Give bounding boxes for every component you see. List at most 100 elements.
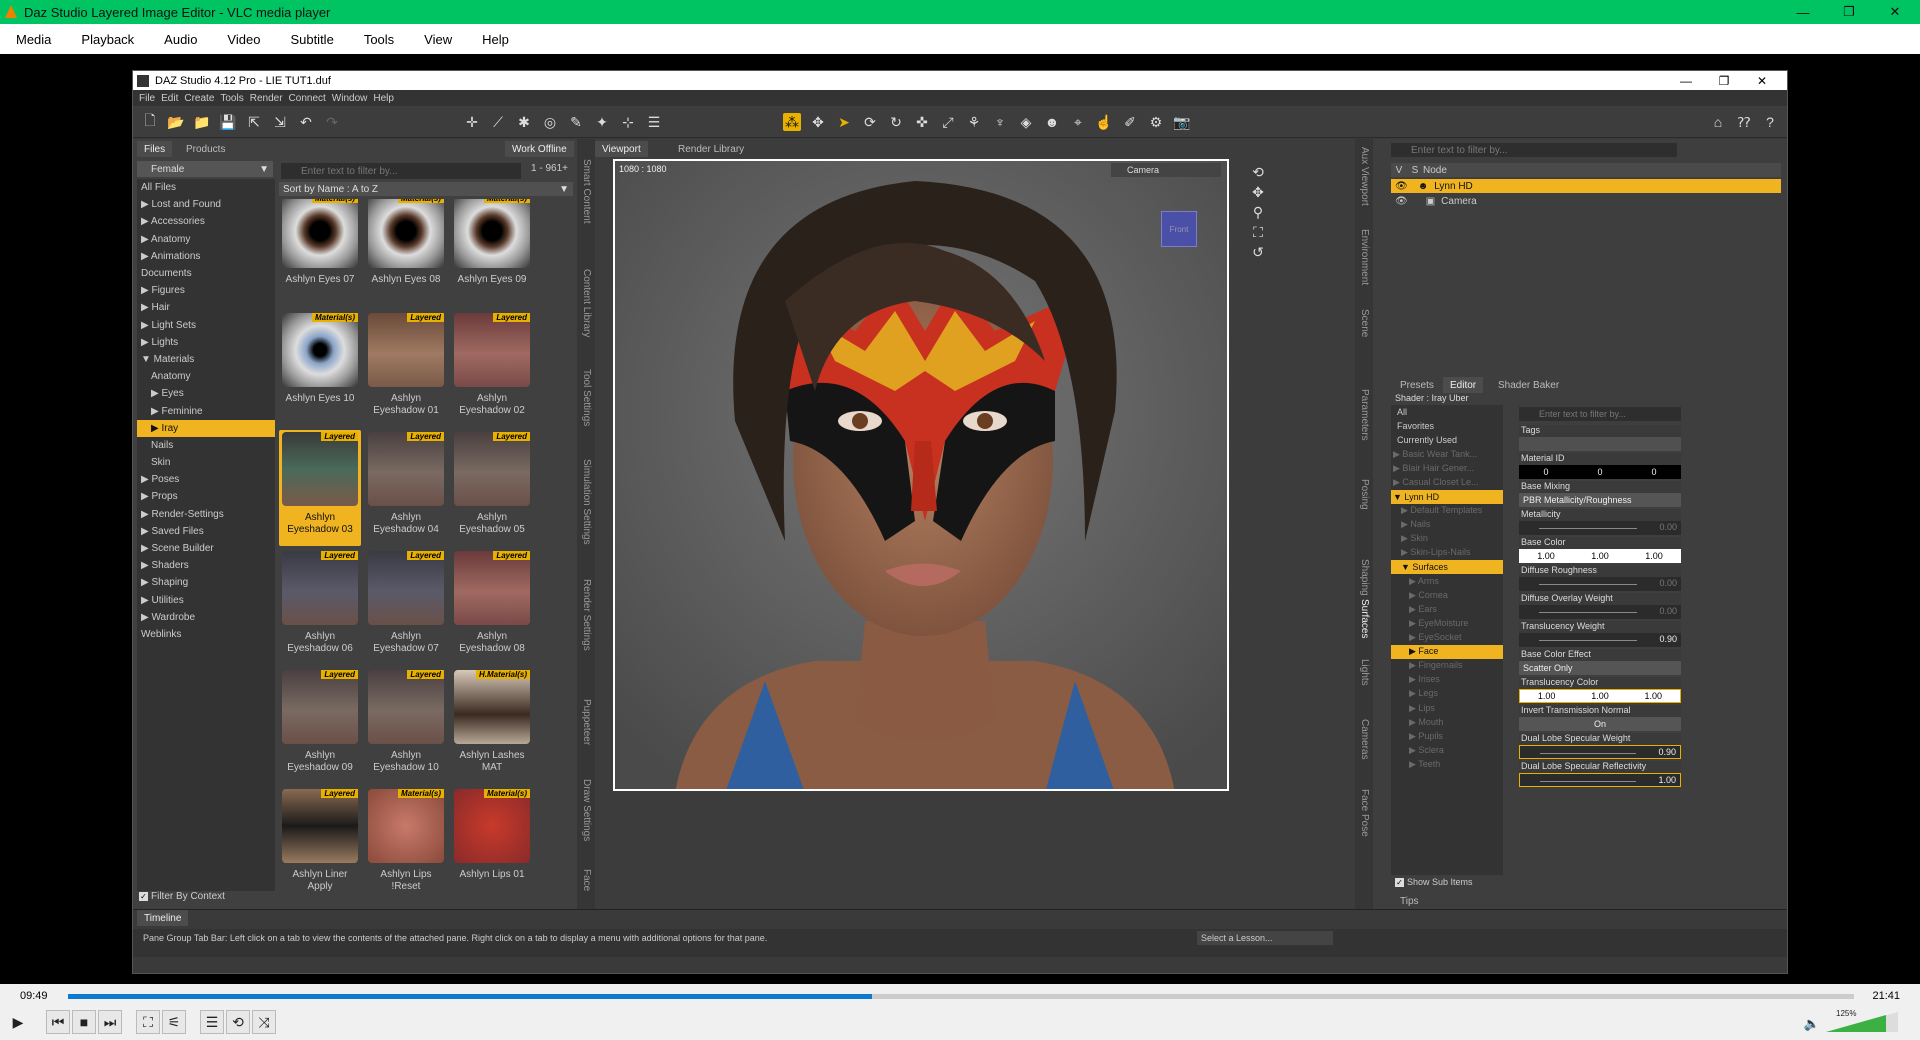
category-item[interactable]: ▶ Hair (137, 299, 275, 316)
library-thumbnail[interactable]: Layered Ashlyn Eyeshadow 04 (365, 430, 447, 546)
extended-settings-icon[interactable]: ⚟ (162, 1010, 186, 1034)
library-thumbnail[interactable]: Layered Ashlyn Eyeshadow 09 (279, 668, 361, 784)
metallicity-slider[interactable]: 0.00 (1519, 521, 1681, 535)
pan-icon[interactable]: ✥ (1249, 183, 1267, 201)
3d-viewport[interactable]: 1080 : 1080 Camera Front (613, 159, 1229, 791)
dual-lobe-weight-slider[interactable]: 0.90 (1519, 745, 1681, 759)
zoom-icon[interactable]: ⚲ (1249, 203, 1267, 221)
surface-item[interactable]: ▶ Nails (1391, 518, 1503, 532)
daz-menu-create[interactable]: Create (184, 93, 214, 104)
library-thumbnail[interactable]: Material(s) Ashlyn Lips !Reset (365, 787, 447, 891)
menu-tools[interactable]: Tools (364, 32, 394, 47)
surface-item[interactable]: ▶ Irises (1391, 673, 1503, 687)
minimize-icon[interactable]: — (1780, 0, 1826, 24)
category-item[interactable]: ▶ Wardrobe (137, 609, 275, 626)
surface-item[interactable]: ▶ Default Templates (1391, 504, 1503, 518)
surface-item[interactable]: ▶ Sclera (1391, 743, 1503, 757)
category-item[interactable]: ▶ Scene Builder (137, 540, 275, 557)
side-tab[interactable]: Tool Settings (581, 369, 592, 426)
menu-audio[interactable]: Audio (164, 32, 197, 47)
merge-icon[interactable]: 📁 (193, 113, 211, 131)
stop-icon[interactable]: ■ (72, 1010, 96, 1034)
speaker-icon[interactable]: 🔈 (1804, 1016, 1820, 1032)
select-tool-icon[interactable]: ➤ (835, 113, 853, 131)
reset-view-icon[interactable]: ↺ (1249, 243, 1267, 261)
side-tab[interactable]: Cameras (1359, 719, 1370, 760)
import-icon[interactable]: ⇱ (245, 113, 263, 131)
library-thumbnail[interactable]: H.Material(s) Ashlyn Lashes MAT (451, 668, 533, 784)
library-thumbnail[interactable]: Material(s) Ashlyn Eyes 09 (451, 199, 533, 308)
fullscreen-icon[interactable]: ⛶ (136, 1010, 160, 1034)
pin-icon[interactable]: ⊹ (619, 113, 637, 131)
category-item[interactable]: ▶ Props (137, 488, 275, 505)
side-tab[interactable]: Lights (1359, 659, 1370, 686)
whats-this-icon[interactable]: ⁇ (1735, 113, 1753, 131)
color-value[interactable]: 1.00 (1591, 551, 1609, 561)
base-color-effect-select[interactable]: Scatter Only (1519, 661, 1681, 675)
close-icon[interactable]: ✕ (1872, 0, 1918, 24)
mid-value[interactable]: 0 (1651, 467, 1656, 477)
category-item[interactable]: ▶ Shaders (137, 557, 275, 574)
menu-video[interactable]: Video (227, 32, 260, 47)
surface-item[interactable]: ▶ Arms (1391, 574, 1503, 588)
orbit-icon[interactable]: ⟲ (1249, 163, 1267, 181)
category-item[interactable]: ▶ Feminine (137, 402, 275, 419)
settings-tool-icon[interactable]: ⚙ (1147, 113, 1165, 131)
surface-item[interactable]: ▶ Cornea (1391, 588, 1503, 602)
surface-item[interactable]: ▶ Fingernails (1391, 659, 1503, 673)
scene-node-lynn[interactable]: 👁 ☻ Lynn HD (1391, 179, 1781, 193)
pointer-tool-icon[interactable]: ☝ (1095, 113, 1113, 131)
scene-node-camera[interactable]: 👁 ▣ Camera (1391, 194, 1781, 208)
frame-icon[interactable]: ⛶ (1249, 223, 1267, 241)
color-value[interactable]: 1.00 (1537, 551, 1555, 561)
scene-filter-input[interactable]: Enter text to filter by... (1391, 143, 1677, 157)
color-value[interactable]: 1.00 (1538, 691, 1556, 701)
category-item[interactable]: Weblinks (137, 626, 275, 643)
color-value[interactable]: 1.00 (1645, 691, 1663, 701)
maximize-icon[interactable]: ❐ (1826, 0, 1872, 24)
category-item[interactable]: ▶ Poses (137, 471, 275, 488)
library-thumbnail[interactable]: Layered Ashlyn Eyeshadow 06 (279, 549, 361, 665)
surface-item[interactable]: Favorites (1391, 419, 1503, 433)
surface-item[interactable]: ▶ Skin-Lips-Nails (1391, 546, 1503, 560)
undo-icon[interactable]: ↶ (297, 113, 315, 131)
menu-subtitle[interactable]: Subtitle (290, 32, 333, 47)
tab-editor[interactable]: Editor (1443, 377, 1484, 393)
move-tool-icon[interactable]: ✥ (809, 113, 827, 131)
node-weight-icon[interactable]: ⟋ (489, 113, 507, 131)
daz-menu-connect[interactable]: Connect (289, 93, 326, 104)
category-item[interactable]: ▶ Render-Settings (137, 506, 275, 523)
next-icon[interactable]: ⏭ (98, 1010, 122, 1034)
shuffle-icon[interactable]: ⤨ (252, 1010, 276, 1034)
side-tab[interactable]: Surfaces (1359, 599, 1370, 638)
surface-tool-icon[interactable]: ◈ (1017, 113, 1035, 131)
view-cube[interactable]: Front (1161, 211, 1197, 247)
tab-files[interactable]: Files (137, 141, 173, 157)
loop-icon[interactable]: ⟲ (226, 1010, 250, 1034)
surface-item[interactable]: ▶ Lips (1391, 701, 1503, 715)
menu-view[interactable]: View (424, 32, 452, 47)
surface-item[interactable]: ▶ Face (1391, 644, 1503, 659)
open-icon[interactable]: 📂 (167, 113, 185, 131)
paint-tool-icon[interactable]: ✐ (1121, 113, 1139, 131)
camera-select[interactable]: Camera (1111, 163, 1221, 177)
sort-select[interactable]: Sort by Name : A to Z ▼ (279, 182, 573, 196)
property-filter-input[interactable]: Enter text to filter by... (1519, 407, 1681, 421)
camera-tool-icon[interactable]: ⌖ (1069, 113, 1087, 131)
side-tab[interactable]: Aux Viewport (1359, 147, 1370, 206)
surface-item[interactable]: ▶ EyeSocket (1391, 631, 1503, 645)
video-area[interactable]: DAZ Studio 4.12 Pro - LIE TUT1.duf — ❐ ✕… (0, 54, 1920, 984)
geometry-editor-icon[interactable]: ✎ (567, 113, 585, 131)
surface-item[interactable]: ▶ Skin (1391, 532, 1503, 546)
pose-tool-icon[interactable]: ♆ (991, 113, 1009, 131)
play-icon[interactable]: ▶ (6, 1010, 30, 1034)
universal-tool-icon[interactable]: ⁂ (783, 113, 801, 131)
tab-products[interactable]: Products (179, 141, 232, 157)
home-icon[interactable]: ⌂ (1709, 113, 1727, 131)
diffuse-roughness-slider[interactable]: 0.00 (1519, 577, 1681, 591)
figure-tool-icon[interactable]: ☻ (1043, 113, 1061, 131)
category-item[interactable]: Nails (137, 437, 275, 454)
daz-menu-render[interactable]: Render (250, 93, 283, 104)
library-thumbnail[interactable]: Material(s) Ashlyn Eyes 10 (279, 311, 361, 427)
spot-render-icon[interactable]: ✦ (593, 113, 611, 131)
